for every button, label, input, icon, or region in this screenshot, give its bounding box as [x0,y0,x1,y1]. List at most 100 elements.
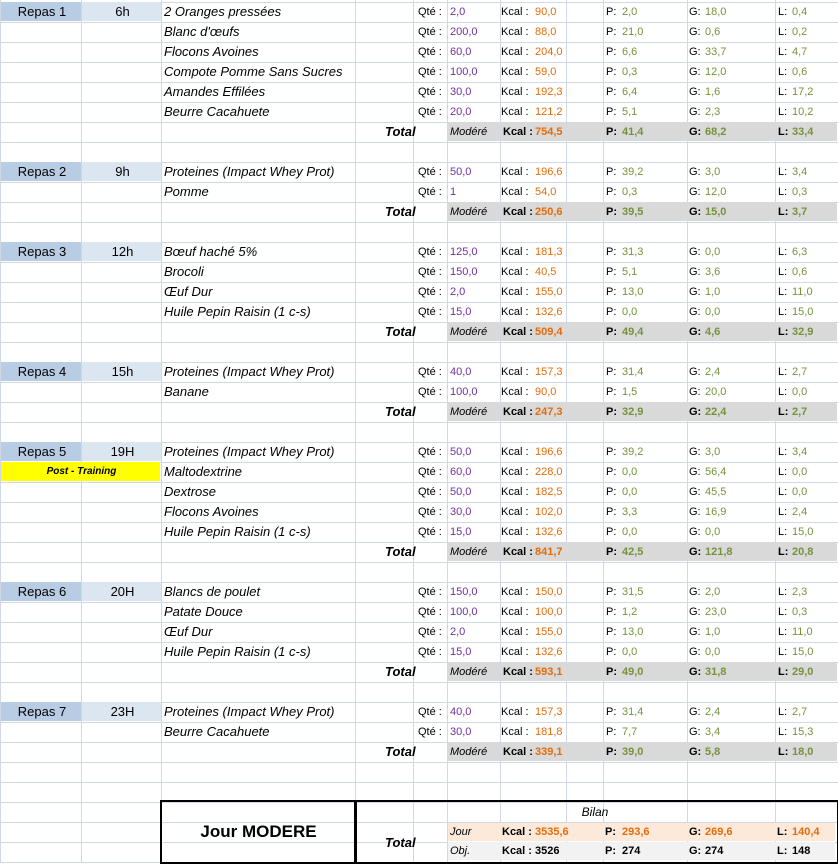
qty-label: Qté : [418,105,442,118]
bilan-g: 269,6 [703,823,775,841]
gridline [0,0,1,863]
g-value: 1,6 [705,85,721,98]
g-value: 0,0 [705,245,721,258]
total-p-label: P: [603,322,620,341]
bilan-g-label: G: [687,842,703,860]
qty-value: 15,0 [450,305,472,318]
qty-value: 60,0 [450,45,472,58]
g-value: 18,0 [705,5,727,18]
kcal-label: Kcal : [501,45,529,58]
p-value: 31,3 [622,245,644,258]
g-value: 2,3 [705,105,721,118]
p-label: P: [606,285,617,298]
total-l-label: L: [775,402,790,421]
g-value: 0,0 [705,645,721,658]
kcal-label: Kcal : [501,625,529,638]
kcal-label: Kcal : [501,5,529,18]
g-label: G: [689,525,701,538]
kcal-label: Kcal : [501,605,529,618]
g-label: G: [689,305,701,318]
total-kcal-label: Kcal : [501,662,533,681]
g-label: G: [689,85,701,98]
g-label: G: [689,725,701,738]
total-l-label: L: [775,742,790,761]
l-value: 0,0 [792,485,808,498]
total-modere: Modéré [448,742,500,761]
bilan-kcal-label: Kcal : [500,823,533,841]
total-kcal: 247,3 [533,402,603,421]
total-g: 5,8 [703,742,775,761]
bilan-row-label: Obj. [448,842,500,860]
kcal-label: Kcal : [501,485,529,498]
food-name: Proteines (Impact Whey Prot) [164,444,335,459]
p-value: 21,0 [622,25,644,38]
kcal-value: 204,0 [535,45,563,58]
qty-label: Qté : [418,25,442,38]
kcal-value: 59,0 [535,65,557,78]
p-label: P: [606,25,617,38]
kcal-label: Kcal : [501,85,529,98]
kcal-value: 132,6 [535,305,563,318]
qty-label: Qté : [418,505,442,518]
p-value: 31,4 [622,365,644,378]
qty-value: 50,0 [450,445,472,458]
g-label: G: [689,625,701,638]
g-value: 3,0 [705,165,721,178]
p-value: 6,4 [622,85,638,98]
bilan-g-label: G: [687,823,703,841]
meal-name: Repas 3 [1,242,81,261]
total-g-label: G: [687,322,703,341]
gridline [0,682,838,683]
total-label: Total [385,404,416,419]
qty-label: Qté : [418,45,442,58]
total-p: 42,5 [620,542,687,561]
kcal-value: 155,0 [535,285,563,298]
p-label: P: [606,625,617,638]
meal-name: Repas 1 [1,2,81,21]
p-value: 31,5 [622,585,644,598]
qty-label: Qté : [418,165,442,178]
kcal-label: Kcal : [501,65,529,78]
gridline [0,782,838,783]
l-value: 0,6 [792,265,808,278]
total-modere: Modéré [448,322,500,341]
g-value: 2,4 [705,365,721,378]
total-l-label: L: [775,662,790,681]
g-label: G: [689,45,701,58]
qty-value: 30,0 [450,725,472,738]
l-value: 11,0 [792,285,813,298]
g-label: G: [689,445,701,458]
total-kcal: 593,1 [533,662,603,681]
total-l: 3,7 [790,202,837,221]
qty-value: 2,0 [450,285,466,298]
l-value: 2,7 [792,705,808,718]
qty-label: Qté : [418,705,442,718]
food-name: Blancs de poulet [164,584,261,599]
kcal-label: Kcal : [501,185,529,198]
kcal-label: Kcal : [501,525,529,538]
food-name: Dextrose [164,484,217,499]
g-value: 3,0 [705,445,721,458]
p-label: P: [606,385,617,398]
g-value: 12,0 [705,65,727,78]
total-g-label: G: [687,662,703,681]
g-label: G: [689,705,701,718]
kcal-value: 181,3 [535,245,563,258]
g-label: G: [689,5,701,18]
qty-value: 20,0 [450,105,472,118]
g-value: 2,4 [705,705,721,718]
total-l-label: L: [775,202,790,221]
g-value: 33,7 [705,45,727,58]
food-name: Huile Pepin Raisin (1 c-s) [164,524,311,539]
total-g: 121,8 [703,542,775,561]
g-value: 23,0 [705,605,727,618]
gridline [0,762,838,763]
total-l-label: L: [775,322,790,341]
qty-label: Qté : [418,5,442,18]
bilan-header: Bilan [354,802,836,822]
kcal-value: 54,0 [535,185,557,198]
qty-value: 60,0 [450,465,472,478]
total-kcal-label: Kcal : [501,122,533,141]
total-p-label: P: [603,122,620,141]
g-label: G: [689,385,701,398]
